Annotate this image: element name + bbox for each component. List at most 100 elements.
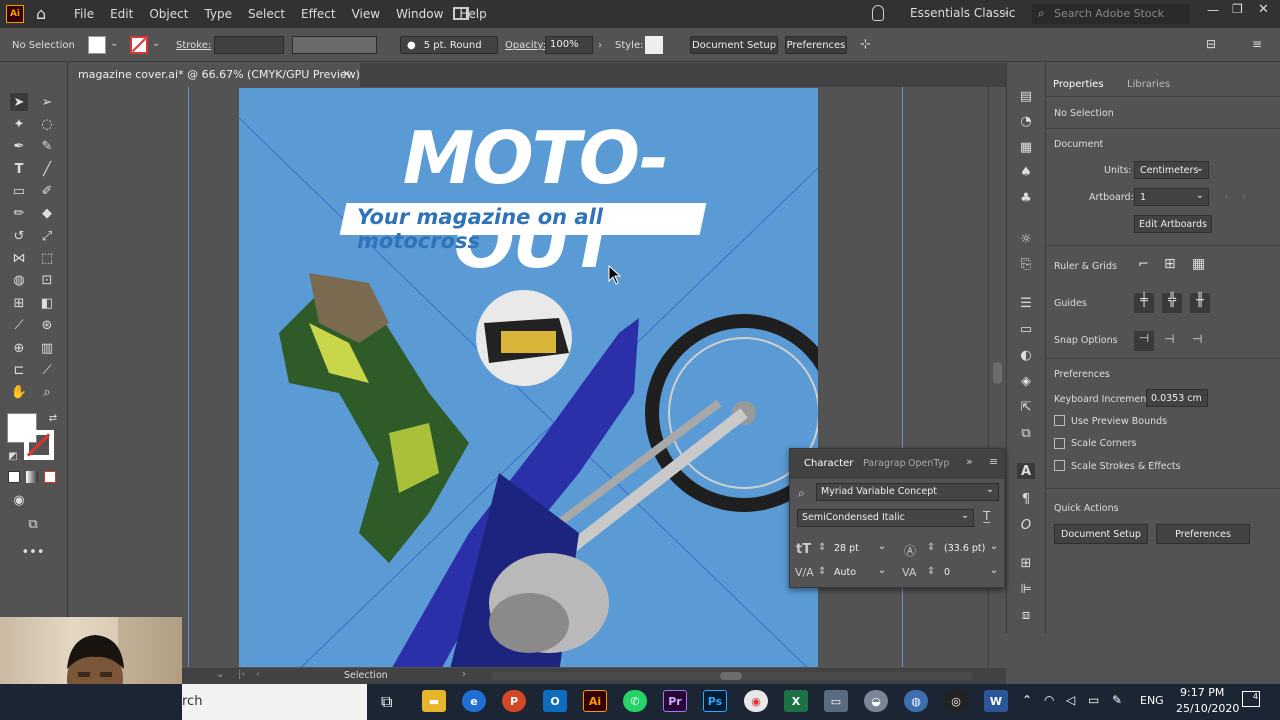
paintbrush-icon[interactable]: ✐ [38,182,56,200]
chevron-down-icon[interactable]: ⌄ [110,38,118,49]
magic-wand-icon[interactable]: ✦ [10,115,28,133]
tab-character[interactable]: Character [804,458,853,469]
artboard-tool-icon[interactable]: ⊏ [10,361,28,379]
graphic-styles-icon[interactable]: ⎘ [1017,256,1035,272]
gradient-tool-icon[interactable]: ◧ [38,294,56,312]
battery-icon[interactable]: ▭ [1088,693,1099,707]
qa-preferences-button[interactable]: Preferences [1156,524,1250,544]
gradient-panel-icon[interactable]: ▭ [1017,321,1035,337]
brushes-icon[interactable]: ♠ [1017,164,1035,180]
tracking-stepper-icon[interactable]: ⇕ [927,566,935,577]
edge-icon[interactable]: e [462,690,486,712]
show-guides-icon[interactable]: ╪ [1134,293,1154,313]
brush-definition[interactable]: ● 5 pt. Round [400,36,498,54]
default-colors-icon[interactable]: ◩ [4,447,22,465]
menu-edit[interactable]: Edit [110,7,133,21]
powerpoint-icon[interactable]: P [502,690,526,712]
align-icon[interactable]: ⊟ [1206,37,1216,51]
paragraph-panel-icon[interactable]: ¶ [1017,491,1035,507]
whatsapp-icon[interactable]: ✆ [623,690,647,712]
kerning-stepper-icon[interactable]: ⇕ [818,566,826,577]
clock-time[interactable]: 9:17 PM [1180,686,1224,699]
tab-close-icon[interactable]: × [342,67,351,80]
selection-tool-icon[interactable]: ➤ [10,93,28,111]
outlook-icon[interactable]: O [543,690,567,712]
free-transform-icon[interactable]: ⬚ [38,249,56,267]
export-icon[interactable]: ⇱ [1017,399,1035,415]
qa-document-setup-button[interactable]: Document Setup [1054,524,1148,544]
font-size-field[interactable]: 28 pt ⌄ [830,541,888,559]
fill-swatch[interactable] [88,36,106,54]
tracking-field[interactable]: 0 ⌄ [940,565,1000,583]
taskbar-search-box[interactable]: rch [182,684,367,720]
curvature-tool-icon[interactable]: ✎ [38,137,56,155]
previous-artboard-icon[interactable]: ‹ [256,669,260,680]
touch-type-icon[interactable]: T̲ [983,509,990,523]
snap-to-grid-icon[interactable]: ⊣ [1192,332,1202,346]
clock-date[interactable]: 25/10/2020 [1176,702,1239,715]
tab-libraries[interactable]: Libraries [1127,79,1170,90]
magazine-subtitle[interactable]: Your magazine on all motocross [357,205,697,253]
panel-menu-icon[interactable]: ≡ [989,455,998,468]
menu-type[interactable]: Type [204,7,232,21]
task-view-icon[interactable]: ⧉ [381,692,392,712]
opacity-label[interactable]: Opacity: [505,40,546,51]
align-panel-icon[interactable]: ⊫ [1017,581,1035,597]
character-panel[interactable]: Character Paragrap OpenTyp » ≡ ⌕ Myriad … [789,448,1005,588]
graphic-style-swatch[interactable] [645,36,663,54]
word-icon[interactable]: W [984,690,1008,712]
pathfinder-icon[interactable]: ⧈ [1017,607,1035,623]
tab-paragraph[interactable]: Paragrap [863,458,906,469]
screen-mode-icon[interactable]: ⧉ [24,515,42,533]
excel-icon[interactable]: X [784,690,808,712]
photoshop-icon[interactable]: Ps [703,690,727,712]
scale-tool-icon[interactable]: ⤢ [38,227,56,245]
illustrator-taskbar-icon[interactable]: Ai [583,690,607,712]
file-explorer-icon[interactable]: ▬ [422,690,446,712]
chevron-down-icon[interactable]: ⌄ [216,669,224,680]
gradient-mode-icon[interactable] [26,471,38,483]
appearance-icon[interactable]: ☼ [1017,231,1035,247]
perspective-grid-icon[interactable]: ⊞ [10,294,28,312]
chevron-right-icon[interactable]: › [598,40,602,51]
none-mode-icon[interactable] [44,471,56,483]
swap-colors-icon[interactable]: ⇄ [44,409,62,427]
keyboard-increment-field[interactable]: 0.0353 cm [1146,389,1208,407]
close-button[interactable]: ✕ [1258,2,1269,17]
menu-view[interactable]: View [352,7,380,21]
menu-object[interactable]: Object [149,7,188,21]
app-icon-generic[interactable]: ◒ [864,690,888,712]
leading-stepper-icon[interactable]: ⇕ [927,542,935,553]
expand-panel-icon[interactable]: » [966,455,973,468]
artboard[interactable]: MOTO-OUT Your magazine on all motocross [239,88,818,667]
opentype-panel-icon[interactable]: O [1017,517,1035,533]
leading-field[interactable]: (33.6 pt) ⌄ [940,541,1000,559]
graph-tool-icon[interactable]: ▥ [38,339,56,357]
width-tool-icon[interactable]: ⋈ [10,249,28,267]
slice-tool-icon[interactable]: ⟋ [38,361,56,379]
lasso-icon[interactable]: ◌ [38,115,56,133]
restore-button[interactable]: ❐ [1232,2,1243,16]
transparency-icon[interactable]: ◐ [1017,347,1035,363]
units-dropdown[interactable]: Centimeters ⌄ [1134,161,1209,179]
shaper-tool-icon[interactable]: ✏ [10,204,28,222]
snap-to-point-icon[interactable]: ⊣ [1134,331,1154,351]
tab-opentype[interactable]: OpenTyp [908,458,949,469]
home-icon[interactable]: ⌂ [36,6,54,22]
notifications-icon[interactable]: 4 [1242,691,1260,707]
pen-icon[interactable]: ✎ [1112,693,1122,707]
obs-icon[interactable]: ◎ [944,690,968,712]
motocross-rider-photo[interactable] [239,273,818,667]
edit-artboards-button[interactable]: Edit Artboards [1134,215,1212,233]
transparency-grid-icon[interactable]: ▦ [1192,256,1205,272]
kerning-field[interactable]: Auto ⌄ [830,565,888,583]
media-app-icon[interactable]: ▭ [824,690,848,712]
character-panel-icon[interactable]: A [1017,463,1035,479]
lightbulb-icon[interactable] [872,5,884,21]
ruler-icon[interactable]: ⌐ [1138,257,1149,272]
size-stepper-icon[interactable]: ⇕ [818,542,826,553]
lock-guides-icon[interactable]: ╬ [1162,293,1182,313]
color-mode-icon[interactable] [8,471,20,483]
variable-width-profile[interactable] [292,36,377,54]
menu-effect[interactable]: Effect [301,7,336,21]
